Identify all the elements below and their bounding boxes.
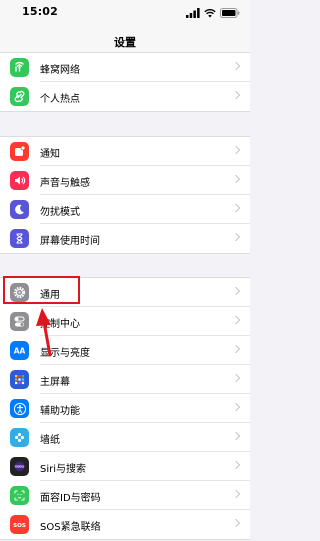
settings-row-label: Siri与搜索 <box>40 464 87 475</box>
settings-row-faceid[interactable]: 面容ID与密码 <box>0 481 250 510</box>
settings-row-sos[interactable]: SOS SOS紧急联络 <box>0 510 250 539</box>
chevron-right-icon <box>231 402 241 412</box>
settings-row-label: 显示与亮度 <box>40 348 90 359</box>
chevron-right-icon <box>231 232 241 242</box>
settings-row-cellular[interactable]: 蜂窝网络 <box>0 53 250 82</box>
page-title: 设置 <box>114 36 136 49</box>
status-bar: 15:02 <box>0 0 250 26</box>
chevron-right-icon <box>231 518 241 528</box>
status-icons <box>186 7 240 19</box>
home-screen-icon <box>10 370 29 389</box>
chevron-right-icon <box>231 174 241 184</box>
settings-row-label: SOS紧急联络 <box>40 522 101 533</box>
battery-icon <box>220 8 240 18</box>
chevron-right-icon <box>231 203 241 213</box>
hotspot-icon <box>10 87 29 106</box>
hourglass-icon <box>10 229 29 248</box>
wallpaper-icon <box>10 428 29 447</box>
signal-icon <box>186 8 200 18</box>
settings-row-notifications[interactable]: 通知 <box>0 137 250 166</box>
chevron-right-icon <box>231 315 241 325</box>
settings-row-do-not-disturb[interactable]: 勿扰模式 <box>0 195 250 224</box>
settings-row-display[interactable]: AA 显示与亮度 <box>0 336 250 365</box>
toggles-icon <box>10 312 29 331</box>
settings-row-label: 面容ID与密码 <box>40 493 101 504</box>
settings-group-general: 通用 控制中心 AA 显示与亮度 主屏幕 辅助功能 墙纸 Siri与搜索 面容I… <box>0 277 250 540</box>
settings-row-wallpaper[interactable]: 墙纸 <box>0 423 250 452</box>
settings-row-label: 辅助功能 <box>40 406 80 417</box>
chevron-right-icon <box>231 145 241 155</box>
faceid-icon <box>10 486 29 505</box>
accessibility-icon <box>10 399 29 418</box>
sounds-icon <box>10 171 29 190</box>
chevron-right-icon <box>231 460 241 470</box>
settings-row-hotspot[interactable]: 个人热点 <box>0 82 250 111</box>
sos-icon: SOS <box>10 515 29 534</box>
settings-row-label: 勿扰模式 <box>40 207 80 218</box>
settings-row-screen-time[interactable]: 屏幕使用时间 <box>0 224 250 253</box>
settings-row-label: 声音与触感 <box>40 178 90 189</box>
settings-row-label: 控制中心 <box>40 319 80 330</box>
settings-group-network: 蜂窝网络 个人热点 <box>0 52 250 112</box>
settings-row-home-screen[interactable]: 主屏幕 <box>0 365 250 394</box>
display-icon: AA <box>10 341 29 360</box>
chevron-right-icon <box>231 431 241 441</box>
chevron-right-icon <box>231 90 241 100</box>
settings-row-label: 通知 <box>40 149 60 160</box>
chevron-right-icon <box>231 373 241 383</box>
settings-row-siri[interactable]: Siri与搜索 <box>0 452 250 481</box>
notifications-icon <box>10 142 29 161</box>
cellular-icon <box>10 58 29 77</box>
settings-row-label: 屏幕使用时间 <box>40 236 100 247</box>
chevron-right-icon <box>231 61 241 71</box>
chevron-right-icon <box>231 286 241 296</box>
chevron-right-icon <box>231 344 241 354</box>
chevron-right-icon <box>231 489 241 499</box>
settings-row-control-center[interactable]: 控制中心 <box>0 307 250 336</box>
settings-row-sounds[interactable]: 声音与触感 <box>0 166 250 195</box>
svg-text:AA: AA <box>14 347 26 356</box>
status-time: 15:02 <box>22 5 59 18</box>
highlight-box <box>3 276 80 304</box>
wifi-icon <box>204 8 216 18</box>
settings-group-notifications: 通知 声音与触感 勿扰模式 屏幕使用时间 <box>0 136 250 254</box>
svg-text:SOS: SOS <box>13 523 26 529</box>
settings-row-label: 主屏幕 <box>40 377 70 388</box>
settings-row-label: 墙纸 <box>40 435 60 446</box>
siri-icon <box>10 457 29 476</box>
moon-icon <box>10 200 29 219</box>
settings-row-accessibility[interactable]: 辅助功能 <box>0 394 250 423</box>
settings-row-label: 蜂窝网络 <box>40 65 80 76</box>
settings-row-label: 个人热点 <box>40 94 80 105</box>
